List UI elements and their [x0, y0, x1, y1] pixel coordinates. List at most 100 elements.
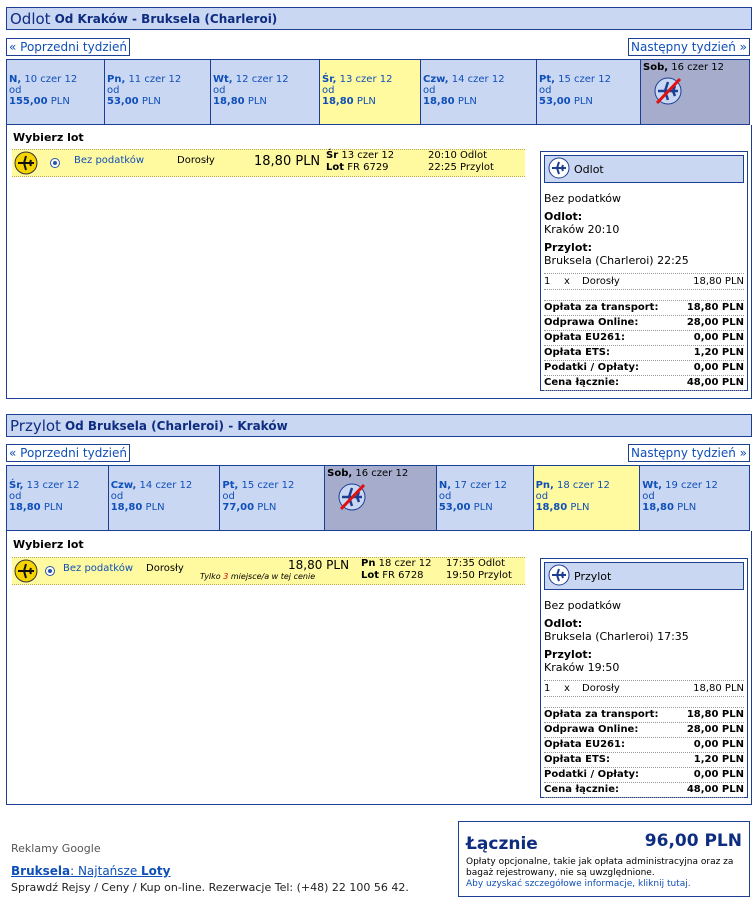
day-name: Śr, 13 czer 12 [322, 74, 393, 85]
inbound-flight-date: Pn 18 czer 12 [361, 558, 432, 569]
total-details-link[interactable]: Aby uzyskać szczegółowe informacje, klik… [466, 879, 691, 889]
day-price: 155,00 PLN [9, 96, 70, 107]
ads-title: Reklamy Google [11, 842, 101, 855]
day-price: 77,00 PLN [222, 502, 277, 513]
fee-row: Opłata ETS: 1,20 PLN [544, 346, 744, 361]
day-name: Pt, 15 czer 12 [539, 74, 611, 85]
no-flight-icon [337, 482, 367, 515]
outbound-header: Odlot Od Kraków - Bruksela (Charleroi) [6, 7, 752, 30]
outbound-day-0[interactable]: N, 10 czer 12 od 155,00 PLN [7, 60, 105, 124]
day-name: Sob, 16 czer 12 [327, 468, 409, 479]
outbound-day-6: Sob, 16 czer 12 [641, 60, 749, 124]
inbound-day-2[interactable]: Pt, 15 czer 12 od 77,00 PLN [220, 466, 326, 530]
outbound-day-3[interactable]: Śr, 13 czer 12 od 18,80 PLN [320, 60, 421, 124]
inbound-day-6[interactable]: Wt, 19 czer 12 od 18,80 PLN [640, 466, 749, 530]
inbound-day-5[interactable]: Pn, 18 czer 12 od 18,80 PLN [533, 466, 641, 530]
total-value: 96,00 PLN [644, 831, 742, 851]
inbound-summary-title: Przylot [574, 569, 612, 583]
outbound-flight-radio[interactable] [50, 158, 60, 168]
fee-row: Podatki / Opłaty: 0,00 PLN [544, 361, 744, 376]
fee-row: Cena łącznie: 48,00 PLN [544, 783, 744, 798]
fee-row: Odprawa Online: 28,00 PLN [544, 723, 744, 738]
day-name: Pn, 18 czer 12 [535, 480, 610, 491]
inbound-flight-row[interactable]: Bez podatków Dorosły 18,80 PLN Tylko 3 m… [12, 557, 525, 585]
inbound-title: Przylot [10, 416, 61, 435]
day-name: Śr, 13 czer 12 [9, 480, 80, 491]
day-od: od [9, 491, 22, 502]
day-price: 18,80 PLN [9, 502, 63, 513]
plane-icon [14, 151, 38, 178]
outbound-arrival-time: 22:25 Przylot [428, 162, 494, 173]
total-note: Opłaty opcjonalne, takie jak opłata admi… [466, 857, 734, 889]
fee-row: Opłata za transport: 18,80 PLN [544, 708, 744, 723]
day-od: od [107, 85, 120, 96]
day-name: Pn, 11 czer 12 [107, 74, 182, 85]
day-price: 18,80 PLN [642, 502, 697, 513]
day-name: Czw, 14 czer 12 [110, 480, 193, 491]
outbound-summary-dep-value: Kraków 20:10 [544, 223, 620, 236]
outbound-day-selector: N, 10 czer 12 od 155,00 PLN Pn, 11 czer 12 o… [6, 59, 750, 125]
day-od: od [438, 491, 452, 502]
inbound-day-0[interactable]: Śr, 13 czer 12 od 18,80 PLN [7, 466, 109, 530]
ad-link[interactable]: Bruksela: Najtańsze Loty [11, 864, 170, 878]
day-od: od [322, 85, 335, 96]
day-price: 18,80 PLN [535, 502, 590, 513]
fee-row: Podatki / Opłaty: 0,00 PLN [544, 768, 744, 783]
inbound-summary-fare: Bez podatków [544, 599, 622, 612]
inbound-summary-arr-value: Kraków 19:50 [544, 661, 620, 674]
fee-row: Opłata ETS: 1,20 PLN [544, 753, 744, 768]
inbound-departure-time: 17:35 Odlot [446, 558, 506, 569]
inbound-next-week-link[interactable]: Następny tydzień » [627, 444, 750, 462]
outbound-summary-pax-row: 1 x Dorosły 18,80 PLN [544, 273, 744, 290]
outbound-flight-row[interactable]: Bez podatków Dorosły 18,80 PLN Śr 13 cze… [12, 149, 525, 177]
no-flight-icon [653, 76, 683, 109]
inbound-flight-radio[interactable] [45, 566, 55, 576]
inbound-day-3: Sob, 16 czer 12 [325, 466, 437, 530]
inbound-day-1[interactable]: Czw, 14 czer 12 od 18,80 PLN [108, 466, 221, 530]
outbound-day-2[interactable]: Wt, 12 czer 12 od 18,80 PLN [211, 60, 320, 124]
day-price: 18,80 PLN [423, 96, 477, 107]
outbound-route: Od Kraków - Bruksela (Charleroi) [54, 11, 278, 26]
outbound-summary-header: Odlot [544, 155, 744, 183]
outbound-summary-arr-value: Bruksela (Charleroi) 22:25 [544, 254, 689, 267]
day-name: Wt, 19 czer 12 [642, 480, 718, 491]
fee-row: Opłata za transport: 18,80 PLN [544, 301, 744, 316]
outbound-choose-label: Wybierz lot [13, 131, 84, 144]
total-box: Łącznie 96,00 PLN Opłaty opcjonalne, tak… [458, 821, 750, 897]
day-od: od [110, 491, 124, 502]
outbound-summary-arr-label: Przylot: [544, 241, 593, 254]
outbound-fare-label: Bez podatków [74, 155, 145, 166]
outbound-fees-table: Opłata za transport: 18,80 PLN Odprawa Onl… [544, 300, 744, 391]
fee-row: Opłata EU261: 0,00 PLN [544, 331, 744, 346]
plane-icon [14, 559, 38, 586]
inbound-week-nav: « Poprzedni tydzień Następny tydzień » [6, 444, 750, 462]
outbound-day-4[interactable]: Czw, 14 czer 12 od 18,80 PLN [421, 60, 537, 124]
inbound-day-4[interactable]: N, 17 czer 12 od 53,00 PLN [436, 466, 534, 530]
day-od: od [423, 85, 436, 96]
day-name: Sob, 16 czer 12 [643, 62, 725, 73]
inbound-seats-note: Tylko 3 miejsce/a w tej cenie [200, 572, 316, 581]
inbound-summary-box: Przylot Bez podatków Odlot: Bruksela (Ch… [540, 558, 748, 798]
day-name: Pt, 15 czer 12 [222, 480, 295, 491]
day-od: od [535, 491, 549, 502]
outbound-summary-dep-label: Odlot: [544, 210, 583, 223]
day-name: N, 10 czer 12 [9, 74, 78, 85]
outbound-day-1[interactable]: Pn, 11 czer 12 od 53,00 PLN [105, 60, 211, 124]
day-name: Wt, 12 czer 12 [213, 74, 289, 85]
inbound-flight-number: Lot FR 6728 [361, 570, 424, 581]
inbound-header: Przylot Od Bruksela (Charleroi) - Kraków [6, 414, 752, 437]
inbound-summary-dep-label: Odlot: [544, 617, 583, 630]
fee-row: Cena łącznie: 48,00 PLN [544, 376, 744, 391]
day-od: od [642, 491, 655, 502]
outbound-flight-number: Lot FR 6729 [326, 162, 389, 173]
inbound-choose-label: Wybierz lot [13, 538, 84, 551]
outbound-flight-panel: Wybierz lot Bez podatków Dorosły 18,80 P… [6, 125, 752, 399]
day-price: 18,80 PLN [322, 96, 376, 107]
inbound-prev-week-link[interactable]: « Poprzedni tydzień [6, 444, 130, 462]
outbound-next-week-link[interactable]: Następny tydzień » [627, 38, 750, 56]
outbound-flight-date: Śr 13 czer 12 [326, 150, 395, 161]
inbound-fare-label: Bez podatków [63, 563, 134, 574]
outbound-day-5[interactable]: Pt, 15 czer 12 od 53,00 PLN [537, 60, 641, 124]
outbound-prev-week-link[interactable]: « Poprzedni tydzień [6, 38, 130, 56]
plane-icon [548, 157, 570, 182]
